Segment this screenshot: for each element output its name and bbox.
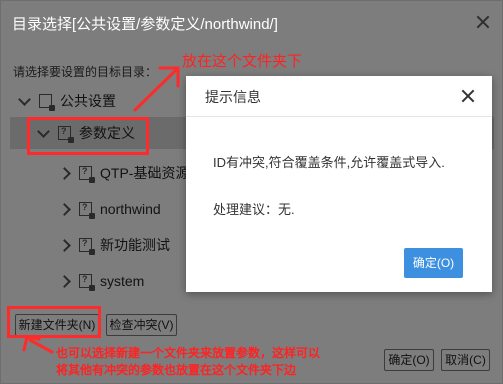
modal-suggestion: 处理建议：无. (213, 202, 295, 217)
modal-header: 提示信息 (186, 76, 492, 117)
modal-title: 提示信息 (205, 89, 261, 105)
info-modal: 提示信息 ID有冲突,符合覆盖条件,允许覆盖式导入. 处理建议：无. 确定(O) (186, 76, 492, 292)
annotation-top-note: 放在这个文件夹下 (182, 53, 303, 70)
annotation-bottom-note-line2: 将其他有冲突的参数也放置在这个文件夹下边 (56, 363, 297, 377)
modal-message: ID有冲突,符合覆盖条件,允许覆盖式导入. (213, 155, 445, 170)
annotation-bottom-note-line1: 也可以选择新建一个文件夹来放置参数，这样可以 (56, 346, 321, 360)
close-icon[interactable] (461, 89, 475, 103)
modal-ok-button[interactable]: 确定(O) (404, 248, 463, 278)
arrow-up-left (28, 338, 54, 354)
arrow-up-right (133, 68, 178, 112)
